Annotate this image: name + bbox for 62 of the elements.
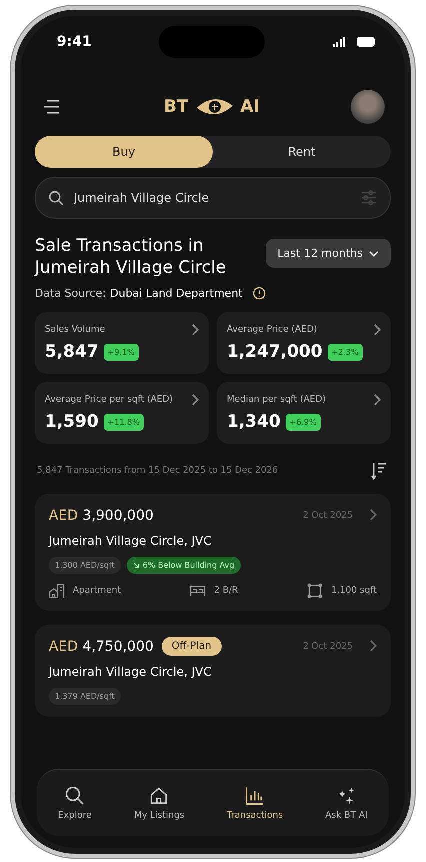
property-detail: 1,100 sqft [331,586,377,596]
transactions-summary: 5,847 Transactions from 15 Dec 2025 to 15 Dec 2026 [37,466,278,476]
search-icon [48,190,64,206]
stat-value: 1,340 [227,412,281,432]
period-dropdown[interactable]: Last 12 months [266,239,391,268]
chevron-right-icon [191,324,199,336]
chevron-right-icon [369,509,377,521]
logo: BT AI [164,96,260,118]
price-per-sqft-chip: 1,300 AED/sqft [49,557,121,574]
stat-value: 1,247,000 [227,342,323,362]
tab[interactable]: Rent [213,136,391,168]
source-value: Dubai Land Department [110,287,243,300]
chevron-right-icon [373,394,381,406]
info-icon[interactable] [252,287,266,300]
status-icons [332,36,377,48]
stat-label: Average Price (AED) [227,325,318,335]
stat-card[interactable]: Sales Volume 5,847 +9.1% [35,312,209,374]
area-icon [307,583,324,599]
chevron-right-icon [369,640,377,652]
change-badge: +2.3% [328,344,363,360]
transaction-price: AED 4,750,000 [49,638,154,654]
source-label: Data Source: [35,287,106,300]
nav-item[interactable]: Ask BT AI [320,784,374,822]
status-time: 9:41 [57,34,92,50]
transaction-location: Jumeirah Village Circle, JVC [49,534,213,548]
change-badge: +9.1% [104,344,139,360]
transaction-card[interactable]: AED 4,750,000 Off-Plan 2 Oct 2025 Jumeirah Village Circle, JVC 1,379 AED/sqft [35,625,391,717]
building-icon [49,583,65,599]
change-badge: +6.9% [286,414,321,430]
stat-label: Average Price per sqft (AED) [45,395,174,405]
nav-item[interactable]: Transactions [220,784,290,822]
avatar[interactable] [350,90,385,124]
tab[interactable]: Buy [35,136,213,168]
bar-chart-icon [244,785,266,807]
chevron-right-icon [191,394,199,406]
below-average-chip: 6% Below Building Avg [126,557,241,574]
nav-item[interactable]: Explore [52,784,98,822]
arrow-down-right-icon [132,562,140,569]
menu-icon[interactable] [43,99,61,115]
chevron-right-icon [373,324,381,336]
stat-value: 5,847 [45,342,99,362]
status-tag: Off-Plan [162,637,222,656]
stat-card[interactable]: Average Price per sqft (AED) 1,590 +11.8% [35,382,209,444]
stat-card[interactable]: Average Price (AED) 1,247,000 +2.3% [217,312,391,374]
transaction-location: Jumeirah Village Circle, JVC [49,665,213,679]
stat-card[interactable]: Median per sqft (AED) 1,340 +6.9% [217,382,391,444]
page-title: Sale Transactions in Jumeirah Village Circle [35,235,228,279]
stat-value: 1,590 [45,412,99,432]
change-badge: +11.8% [104,414,144,430]
price-per-sqft-chip: 1,379 AED/sqft [49,688,121,705]
property-detail: 2 B/R [214,586,238,596]
transaction-date: 2 Oct 2025 [303,510,353,520]
search-icon [64,785,86,807]
chevron-down-icon [369,250,379,256]
stat-label: Sales Volume [45,325,106,335]
transaction-price: AED 3,900,000 [49,508,154,524]
transaction-date: 2 Oct 2025 [303,642,353,652]
property-detail: Apartment [73,586,122,596]
transaction-card[interactable]: AED 3,900,000 2 Oct 2025 Jumeirah Village Circle, JVC 1,300 AED/sqft 6% Below Building Avg Apartment 2 B/R 1,100 sqft [35,494,391,611]
stat-label: Median per sqft (AED) [227,395,326,405]
sort-icon[interactable] [371,462,387,480]
nav-item[interactable]: My Listings [128,784,191,822]
